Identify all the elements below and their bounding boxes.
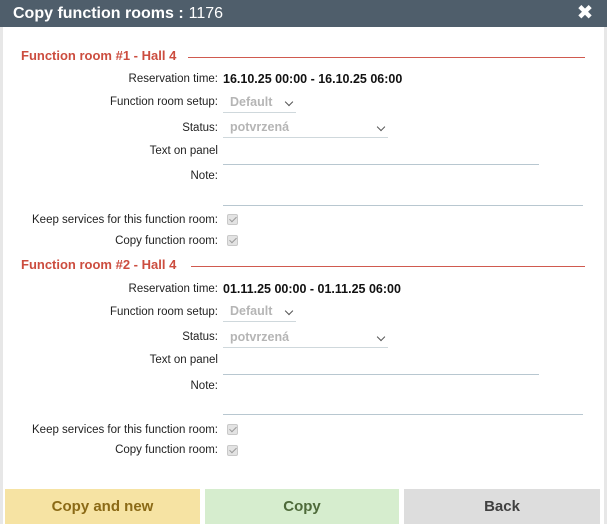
text-on-panel-label: Text on panel — [149, 354, 218, 366]
keep-services-label: Keep services for this function room: — [32, 424, 218, 436]
chevron-down-icon — [284, 97, 294, 107]
chevron-down-icon — [376, 332, 386, 342]
room-1-status-select[interactable]: potvrzená — [223, 120, 388, 138]
room-1-note-textarea[interactable] — [223, 205, 583, 206]
status-label: Status: — [182, 122, 218, 134]
room-2-copy-checkbox[interactable] — [227, 445, 238, 456]
room-2-keep-services-checkbox[interactable] — [227, 424, 238, 435]
setup-label: Function room setup: — [109, 96, 218, 108]
room-1-text-on-panel-input[interactable] — [223, 164, 539, 165]
copy-and-new-button[interactable]: Copy and new — [5, 489, 200, 524]
copy-room-label: Copy function room: — [115, 235, 218, 247]
status-value: potvrzená — [230, 120, 290, 134]
keep-services-label: Keep services for this function room: — [32, 214, 218, 226]
setup-value: Default — [230, 304, 273, 318]
reservation-time-value: 16.10.25 00:00 - 16.10.25 06:00 — [223, 72, 403, 86]
close-icon[interactable]: ✖ — [575, 3, 595, 23]
text-on-panel-label: Text on panel — [149, 145, 218, 157]
copy-button[interactable]: Copy — [205, 489, 399, 524]
note-label: Note: — [190, 170, 219, 182]
room-1-divider — [188, 57, 585, 58]
back-button[interactable]: Back — [404, 489, 600, 524]
reservation-time-value: 01.11.25 00:00 - 01.11.25 06:00 — [223, 282, 401, 296]
room-2-note-textarea[interactable] — [223, 414, 583, 415]
room-2-text-on-panel-input[interactable] — [223, 374, 539, 375]
room-1-setup-select[interactable]: Default — [223, 95, 296, 113]
setup-value: Default — [230, 95, 273, 109]
dialog-titlebar: Copy function rooms : 1176 ✖ — [0, 0, 607, 27]
reservation-time-label: Reservation time: — [128, 283, 218, 295]
room-2-heading: Function room #2 - Hall 4 — [21, 257, 177, 272]
status-value: potvrzená — [230, 330, 290, 344]
dialog-title-number: 1176 — [188, 4, 224, 22]
left-border — [0, 27, 3, 524]
dialog-title: Copy function rooms : — [13, 4, 184, 22]
room-2-divider — [191, 266, 585, 267]
room-2-status-select[interactable]: potvrzená — [223, 330, 388, 348]
chevron-down-icon — [376, 122, 386, 132]
room-1-keep-services-checkbox[interactable] — [227, 214, 238, 225]
room-1-heading: Function room #1 - Hall 4 — [21, 48, 177, 63]
reservation-time-label: Reservation time: — [128, 73, 218, 85]
note-label: Note: — [190, 380, 219, 392]
copy-room-label: Copy function room: — [115, 444, 218, 456]
setup-label: Function room setup: — [109, 306, 218, 318]
room-2-setup-select[interactable]: Default — [223, 304, 296, 322]
room-1-copy-checkbox[interactable] — [227, 235, 238, 246]
chevron-down-icon — [284, 306, 294, 316]
status-label: Status: — [182, 331, 218, 343]
